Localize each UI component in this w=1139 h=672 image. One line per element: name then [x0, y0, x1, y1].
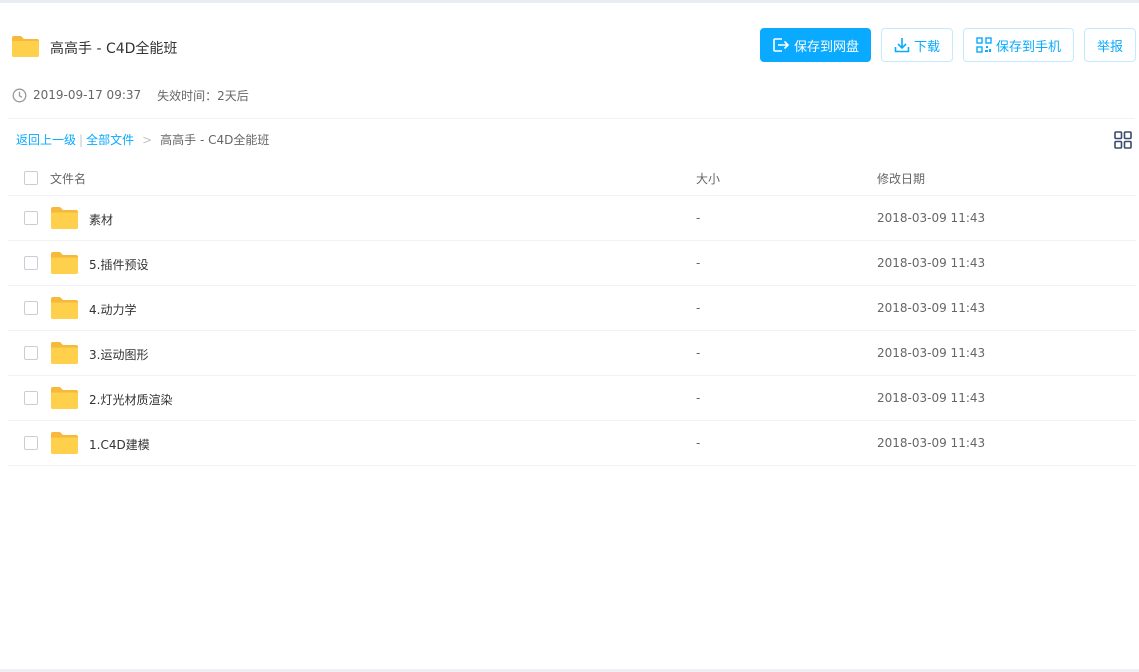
file-date: 2018-03-09 11:43 [877, 301, 986, 315]
folder-icon [12, 36, 39, 57]
file-date: 2018-03-09 11:43 [877, 211, 986, 225]
file-checkbox[interactable] [24, 436, 38, 450]
file-row[interactable]: 5.插件预设 - 2018-03-09 11:43 [8, 241, 1136, 286]
share-date: 2019-09-17 09:37 [33, 88, 142, 102]
file-date: 2018-03-09 11:43 [877, 256, 986, 270]
share-meta: 2019-09-17 09:37 失效时间：2天后 [12, 86, 249, 104]
save-to-disk-button[interactable]: 保存到网盘 [760, 28, 871, 62]
qr-phone-icon [976, 37, 992, 53]
file-date: 2018-03-09 11:43 [877, 436, 986, 450]
file-size: - [696, 211, 701, 225]
download-icon [894, 38, 910, 53]
column-size[interactable]: 大小 [696, 170, 720, 187]
file-checkbox[interactable] [24, 301, 38, 315]
report-label: 举报 [1096, 39, 1123, 55]
download-button[interactable]: 下载 [881, 28, 953, 62]
file-size: - [696, 301, 701, 315]
file-checkbox[interactable] [24, 346, 38, 360]
file-list-header: 文件名 大小 修改日期 [8, 158, 1136, 196]
folder-icon [51, 387, 78, 409]
file-size: - [696, 346, 701, 360]
column-date[interactable]: 修改日期 [877, 170, 925, 187]
file-name[interactable]: 素材 [89, 211, 113, 228]
folder-icon [51, 252, 78, 274]
folder-icon [51, 297, 78, 319]
file-name[interactable]: 4.动力学 [89, 301, 136, 318]
file-checkbox[interactable] [24, 256, 38, 270]
divider [8, 118, 1135, 119]
breadcrumb-current: 高高手 - C4D全能班 [160, 133, 270, 147]
file-rows: 素材 - 2018-03-09 11:43 5.插件预设 - 2018-03-09 11:… [8, 196, 1136, 466]
file-checkbox[interactable] [24, 211, 38, 225]
file-row[interactable]: 4.动力学 - 2018-03-09 11:43 [8, 286, 1136, 331]
file-name[interactable]: 3.运动图形 [89, 346, 148, 363]
download-label: 下载 [913, 39, 940, 55]
file-list: 文件名 大小 修改日期 素材 - 2018-03-09 11:43 5.插件预设 - 20… [8, 158, 1136, 466]
save-to-disk-icon [773, 38, 790, 52]
file-row[interactable]: 1.C4D建模 - 2018-03-09 11:43 [8, 421, 1136, 466]
page-title: 高高手 - C4D全能班 [50, 41, 178, 57]
folder-icon [51, 342, 78, 364]
expire-text: 失效时间：2天后 [157, 88, 249, 103]
grid-view-icon[interactable] [1114, 131, 1132, 149]
report-button[interactable]: 举报 [1084, 28, 1136, 62]
folder-icon [51, 207, 78, 229]
clock-icon [12, 88, 27, 102]
file-date: 2018-03-09 11:43 [877, 391, 986, 405]
save-to-disk-label: 保存到网盘 [793, 39, 859, 55]
folder-icon [51, 432, 78, 454]
file-name[interactable]: 1.C4D建模 [89, 436, 150, 453]
file-size: - [696, 391, 701, 405]
file-row[interactable]: 素材 - 2018-03-09 11:43 [8, 196, 1136, 241]
breadcrumb-separator: | [79, 132, 84, 147]
breadcrumb-arrow: > [142, 132, 153, 147]
select-all-checkbox[interactable] [24, 171, 38, 185]
file-checkbox[interactable] [24, 391, 38, 405]
column-name[interactable]: 文件名 [50, 170, 86, 187]
save-to-phone-button[interactable]: 保存到手机 [963, 28, 1074, 62]
breadcrumb: 返回上一级 | 全部文件 > 高高手 - C4D全能班 [16, 131, 269, 148]
file-size: - [696, 436, 701, 450]
all-files-link[interactable]: 全部文件 [86, 131, 134, 148]
file-size: - [696, 256, 701, 270]
save-to-phone-label: 保存到手机 [995, 39, 1061, 55]
top-border [0, 0, 1139, 3]
file-date: 2018-03-09 11:43 [877, 346, 986, 360]
back-link[interactable]: 返回上一级 [16, 131, 76, 148]
file-name[interactable]: 2.灯光材质渲染 [89, 391, 172, 408]
file-name[interactable]: 5.插件预设 [89, 256, 148, 273]
share-header: 高高手 - C4D全能班 保存到网盘 下载 保存到手机 举报 [12, 28, 1139, 64]
file-row[interactable]: 3.运动图形 - 2018-03-09 11:43 [8, 331, 1136, 376]
file-row[interactable]: 2.灯光材质渲染 - 2018-03-09 11:43 [8, 376, 1136, 421]
